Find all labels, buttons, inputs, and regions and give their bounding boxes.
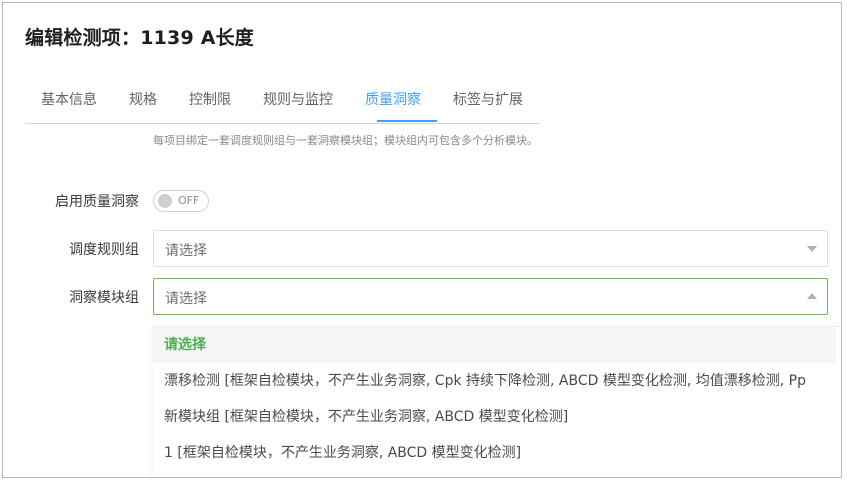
chevron-down-icon xyxy=(807,246,817,252)
module-group-label: 洞察模块组 xyxy=(69,290,139,306)
page-title: 编辑检测项：1139 A长度 xyxy=(25,27,255,49)
tab-bar: 基本信息 规格 控制限 规则与监控 质量洞察 标签与扩展 xyxy=(25,83,539,124)
module-group-select[interactable]: 请选择 xyxy=(153,278,828,315)
dropdown-option-new-module-group[interactable]: 新模块组 [框架自检模块，不产生业务洞察, ABCD 模型变化检测] xyxy=(153,399,836,435)
dropdown-option-drift-detection[interactable]: 漂移检测 [框架自检模块，不产生业务洞察, Cpk 持续下降检测, ABCD 模… xyxy=(153,363,836,399)
switch-state-text: OFF xyxy=(178,194,200,207)
help-text: 每项目绑定一套调度规则组与一套洞察模块组；模块组内可包含多个分析模块。 xyxy=(153,134,538,147)
enable-insight-label: 启用质量洞察 xyxy=(55,194,139,210)
enable-insight-switch[interactable]: OFF xyxy=(153,190,209,212)
dropdown-option-1[interactable]: 1 [框架自检模块，不产生业务洞察, ABCD 模型变化检测] xyxy=(153,435,836,471)
schedule-group-value: 请选择 xyxy=(165,243,207,259)
chevron-up-icon xyxy=(807,293,817,299)
tab-tags-extension[interactable]: 标签与扩展 xyxy=(453,89,523,109)
tab-control-limits[interactable]: 控制限 xyxy=(189,89,231,109)
schedule-group-label: 调度规则组 xyxy=(69,242,139,258)
active-tab-indicator xyxy=(377,120,437,122)
tab-basic-info[interactable]: 基本信息 xyxy=(41,89,97,109)
tab-spec[interactable]: 规格 xyxy=(129,89,157,109)
module-group-value: 请选择 xyxy=(165,291,207,307)
module-group-dropdown: 请选择 漂移检测 [框架自检模块，不产生业务洞察, Cpk 持续下降检测, AB… xyxy=(153,326,841,477)
tab-rules-monitoring[interactable]: 规则与监控 xyxy=(263,89,333,109)
tab-quality-insight[interactable]: 质量洞察 xyxy=(365,89,421,109)
switch-knob xyxy=(158,194,172,208)
edit-dialog: 编辑检测项：1139 A长度 基本信息 规格 控制限 规则与监控 质量洞察 标签… xyxy=(2,2,842,478)
dropdown-option-placeholder[interactable]: 请选择 xyxy=(153,327,836,363)
schedule-group-select[interactable]: 请选择 xyxy=(153,230,828,267)
